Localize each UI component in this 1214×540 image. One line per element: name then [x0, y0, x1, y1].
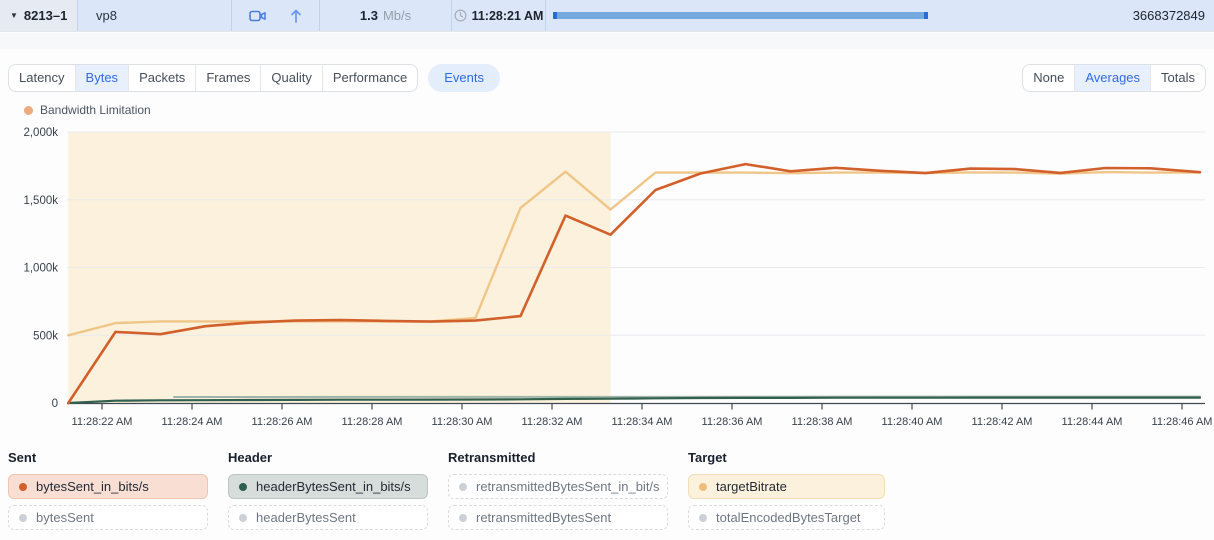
series-toggle-label: bytesSent: [36, 510, 94, 525]
current-time: 11:28:21 AM: [472, 9, 544, 23]
clock-icon: [454, 9, 467, 22]
legend-group-title: Retransmitted: [448, 450, 668, 465]
tab-events[interactable]: Events: [428, 64, 500, 92]
x-axis-label: 11:28:36 AM: [702, 416, 763, 428]
codec-label: vp8: [96, 8, 117, 23]
y-axis-label: 1,500k: [23, 195, 58, 207]
x-axis-label: 11:28:30 AM: [432, 416, 493, 428]
series-toggle-retransmittedbytessent-in-bit-s[interactable]: retransmittedBytesSent_in_bit/s: [448, 474, 668, 499]
x-axis-label: 11:28:40 AM: [882, 416, 943, 428]
tab-packets[interactable]: Packets: [128, 65, 195, 91]
series-color-dot: [699, 483, 707, 491]
y-axis-label: 0: [52, 398, 58, 410]
series-toggle-label: retransmittedBytesSent: [476, 510, 611, 525]
progress-cell: 3668372849: [546, 0, 1214, 31]
header-spacer: [0, 33, 1214, 49]
stream-header-bar: ▼ 8213–1 vp8 1.3 Mb/s 11:28:21 AM 366837…: [0, 0, 1214, 32]
y-axis-label: 500k: [33, 330, 58, 342]
event-legend-label: Bandwidth Limitation: [40, 103, 151, 117]
legend-group-header: Header headerBytesSent_in_bits/s headerByt…: [228, 450, 428, 536]
bitrate-cell: 1.3 Mb/s: [320, 0, 452, 31]
x-axis-label: 11:28:32 AM: [522, 416, 583, 428]
video-camera-icon: [249, 9, 266, 23]
series-color-dot: [239, 483, 247, 491]
metric-tabs: LatencyBytesPacketsFramesQualityPerforma…: [8, 64, 418, 92]
series-toggle-targetbitrate[interactable]: targetBitrate: [688, 474, 885, 499]
codec-cell: vp8: [78, 0, 232, 31]
series-toggle-headerbytessent[interactable]: headerBytesSent: [228, 505, 428, 530]
tab-performance[interactable]: Performance: [322, 65, 417, 91]
x-axis-label: 11:28:22 AM: [72, 416, 133, 428]
ssrc-value: 3668372849: [1133, 8, 1214, 23]
stream-progress-bar: [553, 12, 928, 19]
legend-group-target: Target targetBitrate totalEncodedBytesTarg…: [688, 450, 885, 536]
bitrate-unit: Mb/s: [383, 8, 411, 23]
view-mode-totals[interactable]: Totals: [1150, 65, 1205, 91]
arrow-up-icon: [290, 9, 302, 23]
time-cell: 11:28:21 AM: [452, 0, 546, 31]
x-axis-label: 11:28:24 AM: [162, 416, 223, 428]
series-color-dot: [19, 514, 27, 522]
legend-group-title: Target: [688, 450, 885, 465]
series-toggle-retransmittedbytessent[interactable]: retransmittedBytesSent: [448, 505, 668, 530]
y-axis-label: 2,000k: [23, 127, 58, 139]
series-toggle-headerbytessent-in-bits-s[interactable]: headerBytesSent_in_bits/s: [228, 474, 428, 499]
chevron-down-icon: ▼: [10, 11, 18, 20]
series-toggle-label: targetBitrate: [716, 479, 787, 494]
series-legend: Sent bytesSent_in_bits/s bytesSent Header he…: [8, 450, 885, 536]
tab-bytes[interactable]: Bytes: [75, 65, 129, 91]
legend-group-retransmitted: Retransmitted retransmittedBytesSent_in_b…: [448, 450, 668, 536]
bytes-chart: 0 500k 1,000k 1,500k 2,000k 11:28:22 AM 11:28:…: [0, 125, 1214, 437]
series-toggle-bytessent[interactable]: bytesSent: [8, 505, 208, 530]
x-axis-label: 11:28:44 AM: [1062, 416, 1123, 428]
stream-id: 8213–1: [24, 8, 67, 23]
x-axis-label: 11:28:28 AM: [342, 416, 403, 428]
series-color-dot: [459, 483, 467, 491]
series-toggle-label: headerBytesSent: [256, 510, 356, 525]
series-toggle-bytessent-in-bits-s[interactable]: bytesSent_in_bits/s: [8, 474, 208, 499]
x-axis-label: 11:28:42 AM: [972, 416, 1033, 428]
series-toggle-label: retransmittedBytesSent_in_bit/s: [476, 479, 660, 494]
tab-quality[interactable]: Quality: [260, 65, 321, 91]
x-axis-label: 11:28:34 AM: [612, 416, 673, 428]
view-mode-averages[interactable]: Averages: [1074, 65, 1150, 91]
toolbar: LatencyBytesPacketsFramesQualityPerforma…: [8, 64, 1206, 92]
legend-group-sent: Sent bytesSent_in_bits/s bytesSent: [8, 450, 208, 536]
series-toggle-label: bytesSent_in_bits/s: [36, 479, 149, 494]
tab-frames[interactable]: Frames: [195, 65, 260, 91]
series-color-dot: [19, 483, 27, 491]
legend-group-title: Header: [228, 450, 428, 465]
stream-type-cell: [232, 0, 320, 31]
series-toggle-label: totalEncodedBytesTarget: [716, 510, 861, 525]
series-color-dot: [459, 514, 467, 522]
view-mode-toggle: NoneAveragesTotals: [1022, 64, 1206, 92]
tab-latency[interactable]: Latency: [9, 65, 75, 91]
y-axis-label: 1,000k: [23, 263, 58, 275]
stream-id-cell[interactable]: ▼ 8213–1: [0, 0, 78, 31]
series-color-dot: [699, 514, 707, 522]
event-legend: Bandwidth Limitation: [24, 103, 151, 117]
bandwidth-limitation-dot: [24, 106, 33, 115]
x-axis-label: 11:28:38 AM: [792, 416, 853, 428]
x-axis-label: 11:28:46 AM: [1152, 416, 1213, 428]
legend-group-title: Sent: [8, 450, 208, 465]
series-toggle-totalencodedbytestarget[interactable]: totalEncodedBytesTarget: [688, 505, 885, 530]
series-color-dot: [239, 514, 247, 522]
x-axis-label: 11:28:26 AM: [252, 416, 313, 428]
series-toggle-label: headerBytesSent_in_bits/s: [256, 479, 411, 494]
bitrate-value: 1.3: [360, 8, 378, 23]
view-mode-none[interactable]: None: [1023, 65, 1074, 91]
